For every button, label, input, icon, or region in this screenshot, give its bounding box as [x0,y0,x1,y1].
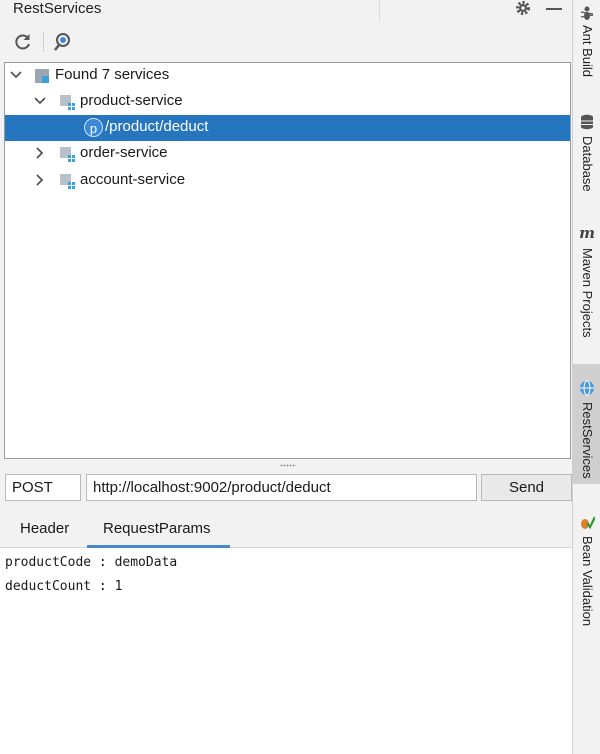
header-divider [379,0,380,22]
gear-icon[interactable] [514,0,532,18]
services-tree[interactable]: Found 7 services product-service p /prod… [4,62,571,459]
service-icon [60,174,75,189]
globe-icon [580,380,594,396]
side-tab-rest-services[interactable]: RestServices [573,364,600,484]
url-input[interactable]: http://localhost:9002/product/deduct [86,474,477,501]
tree-root[interactable]: Found 7 services [5,63,570,89]
tree-item-label: account-service [80,171,186,188]
tree-item-account-service[interactable]: account-service [5,168,570,194]
search-icon[interactable] [53,31,75,53]
chevron-down-icon[interactable] [8,67,24,83]
tree-item-label: product-service [80,92,183,109]
request-tabs: Header RequestParams [0,512,572,548]
param-line: productCode : demoData [5,555,178,570]
tab-request-params[interactable]: RequestParams [103,520,211,538]
tool-window-header: RestServices [0,0,572,22]
tab-header[interactable]: Header [20,520,69,538]
send-button[interactable]: Send [481,474,572,501]
side-tab-ant-build[interactable]: Ant Build [573,0,600,90]
service-icon [60,95,75,110]
http-method-field[interactable]: POST [5,474,81,501]
minimize-icon[interactable] [546,8,562,10]
param-line: deductCount : 1 [5,579,123,594]
side-tab-label: Maven Projects [580,248,595,338]
tree-item-endpoint-selected[interactable]: p /product/deduct [5,115,570,141]
side-tab-database[interactable]: Database [573,110,600,210]
endpoint-method-badge: p [84,118,103,137]
bean-icon [581,516,595,530]
service-icon [60,147,75,162]
splitter-grip[interactable] [280,464,296,467]
tree-root-label: Found 7 services [55,66,170,83]
side-tab-label: Bean Validation [580,536,595,627]
side-tab-maven-projects[interactable]: m Maven Projects [573,222,600,352]
chevron-down-icon[interactable] [32,93,48,109]
side-tab-label: Database [580,136,595,192]
endpoint-path-label: /product/deduct [105,118,209,135]
maven-icon: m [579,224,595,242]
refresh-icon[interactable] [12,31,34,53]
tree-item-order-service[interactable]: order-service [5,141,570,167]
chevron-right-icon[interactable] [32,145,48,161]
side-tab-label: Ant Build [580,25,595,78]
side-tab-label: RestServices [580,402,595,479]
side-tool-strip: Ant Build Database m Maven Projects Rest… [572,0,600,754]
toolbar [0,22,572,62]
toolbar-divider [43,32,44,52]
tree-item-label: order-service [80,144,168,161]
folder-icon [35,69,49,83]
side-tab-bean-validation[interactable]: Bean Validation [573,508,600,638]
ant-icon [580,6,594,20]
tree-item-product-service[interactable]: product-service [5,89,570,115]
database-icon [581,114,593,130]
request-params-editor[interactable]: productCode : demoData deductCount : 1 [0,548,572,754]
tool-window-title: RestServices [13,0,102,17]
chevron-right-icon[interactable] [32,172,48,188]
panel-splitter[interactable] [0,459,572,471]
